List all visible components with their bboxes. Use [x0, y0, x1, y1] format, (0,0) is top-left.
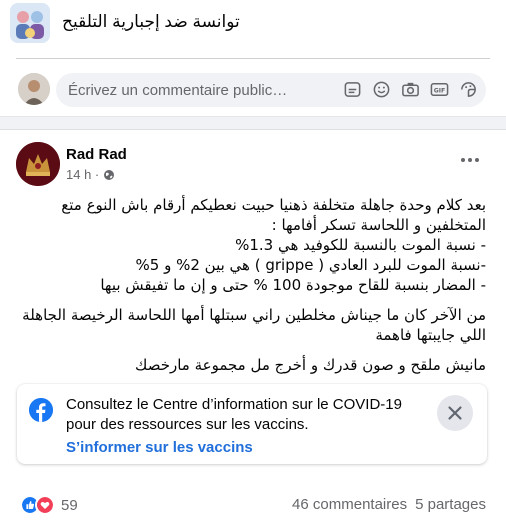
- post-body: بعد كلام وحدة جاهلة متخلفة ذهنيا حبيت نع…: [16, 195, 486, 385]
- post-line: -نسبة الموت للبرد العادي ( grippe ) هي ب…: [135, 256, 486, 274]
- reaction-count: 59: [61, 496, 78, 514]
- comment-input[interactable]: Écrivez un commentaire public… GIF: [56, 73, 486, 107]
- post-time[interactable]: 14 h ·: [66, 167, 99, 182]
- post-line: اللي جايبتها فاهمة: [375, 326, 486, 344]
- group-header[interactable]: توانسة ضد إجبارية التلقيح: [10, 3, 496, 43]
- author-name[interactable]: Rad Rad: [66, 146, 127, 163]
- post-card: Rad Rad 14 h · بعد كلام وحدة جاهلة متخلف…: [0, 129, 506, 525]
- globe-icon: [104, 169, 115, 180]
- current-user-avatar[interactable]: [18, 73, 50, 105]
- love-reaction-icon: [35, 495, 55, 515]
- covid-info-link[interactable]: S’informer sur les vaccins: [66, 439, 253, 456]
- facebook-icon: [29, 398, 53, 422]
- author-avatar[interactable]: [16, 142, 60, 186]
- post-line: بعد كلام وحدة جاهلة متخلفة ذهنيا حبيت نع…: [61, 196, 486, 214]
- post-paragraph: بعد كلام وحدة جاهلة متخلفة ذهنيا حبيت نع…: [16, 195, 486, 295]
- shares-count[interactable]: 5 partages: [415, 496, 486, 513]
- svg-text:GIF: GIF: [434, 87, 446, 94]
- covid-info-text: Consultez le Centre d’information sur le…: [66, 396, 402, 433]
- top-card: توانسة ضد إجبارية التلقيح Écrivez un com…: [0, 0, 506, 117]
- camera-icon[interactable]: [401, 80, 420, 99]
- divider: [16, 58, 490, 59]
- post-line: المتخلفين و اللحاسة تسكر أفامها :: [271, 216, 486, 234]
- post-meta: 14 h ·: [66, 167, 115, 182]
- reactions-summary[interactable]: 59: [20, 495, 78, 515]
- group-avatar[interactable]: [10, 3, 50, 43]
- sticker-face-icon[interactable]: [343, 80, 362, 99]
- close-button[interactable]: [437, 395, 473, 431]
- post-line: من الآخر كان ما جيناش مخلطين راني سبتلها…: [22, 306, 486, 324]
- emoji-icon[interactable]: [372, 80, 391, 99]
- comments-count[interactable]: 46 commentaires: [292, 496, 407, 513]
- post-paragraph: من الآخر كان ما جيناش مخلطين راني سبتلها…: [16, 305, 486, 345]
- post-line: - المضار بنسبة للقاح موجودة 100 % حتى و …: [100, 276, 486, 294]
- gif-icon[interactable]: GIF: [430, 80, 449, 99]
- close-icon: [448, 406, 462, 420]
- post-line: - نسبة الموت بالنسبة للكوفيد هي 1.3%: [235, 236, 486, 254]
- post-more-button[interactable]: [456, 154, 484, 166]
- post-paragraph: مانيش ملقح و صون قدرك و أخرج مل مجموعة م…: [16, 355, 486, 375]
- group-name[interactable]: توانسة ضد إجبارية التلقيح: [62, 12, 240, 32]
- post-stats: 46 commentaires 5 partages: [292, 496, 486, 513]
- comment-placeholder: Écrivez un commentaire public…: [68, 82, 288, 99]
- post-line: مانيش ملقح و صون قدرك و أخرج مل مجموعة م…: [135, 356, 486, 374]
- covid-info-card: Consultez le Centre d’information sur le…: [17, 384, 487, 464]
- sticker-icon[interactable]: [459, 80, 478, 99]
